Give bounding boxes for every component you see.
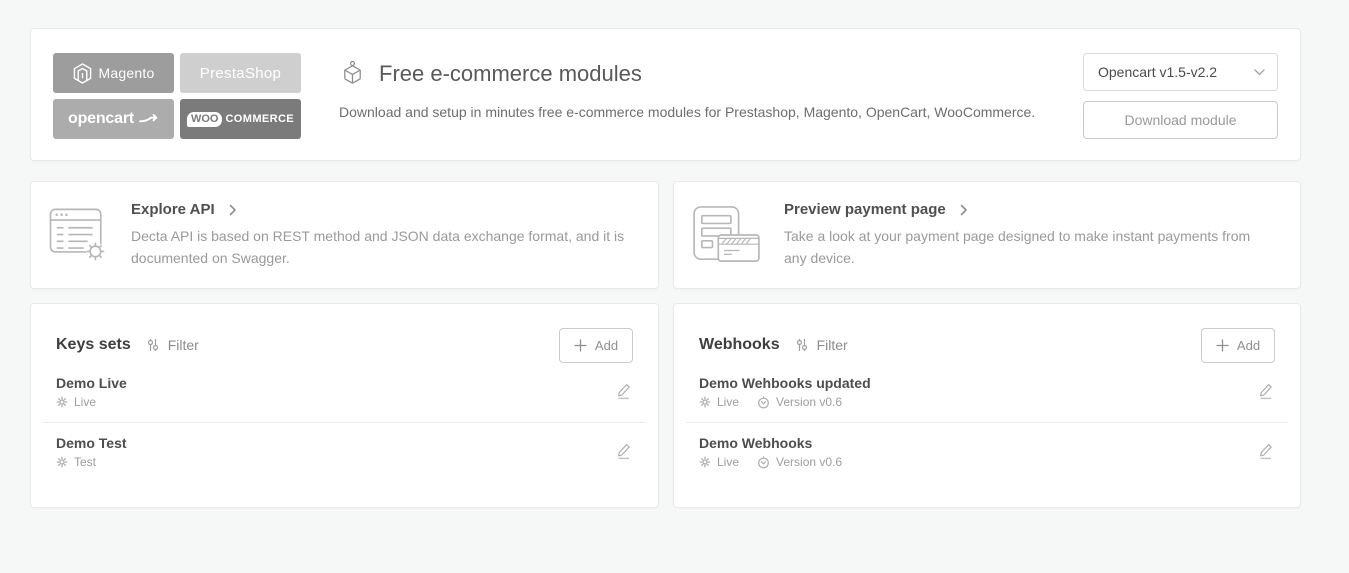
logo-prestashop[interactable]: PrestaShop	[180, 53, 301, 93]
chevron-right-icon	[960, 204, 968, 216]
key-set-name: Demo Test	[56, 435, 127, 451]
explore-api-title[interactable]: Explore API	[131, 201, 215, 218]
webhooks-add-label: Add	[1236, 337, 1261, 353]
version-clock-icon	[757, 395, 770, 409]
edit-webhook-button[interactable]	[1256, 380, 1275, 401]
webhooks-filter-button[interactable]: Filter	[795, 337, 848, 353]
webhooks-add-button[interactable]: Add	[1201, 327, 1275, 363]
modules-description: Download and setup in minutes free e-com…	[339, 104, 1036, 120]
webhook-name: Demo Wehbooks updated	[699, 375, 871, 391]
opencart-cart-icon	[138, 113, 159, 126]
logo-prestashop-label: PrestaShop	[199, 64, 282, 82]
keys-add-label: Add	[594, 337, 619, 353]
preview-payment-title[interactable]: Preview payment page	[784, 201, 946, 218]
edit-key-set-button[interactable]	[614, 441, 633, 462]
preview-payment-description: Take a look at your payment page designe…	[784, 228, 1251, 266]
download-module-button[interactable]: Download module	[1083, 101, 1278, 139]
key-set-name: Demo Live	[56, 375, 127, 391]
logo-opencart-label: opencart	[68, 110, 134, 127]
logo-opencart[interactable]: opencart	[53, 99, 174, 139]
page-title: Free e-commerce modules	[379, 60, 642, 86]
environment-badge: Live	[74, 395, 97, 409]
environment-badge: Live	[717, 395, 740, 409]
modules-controls: Opencart v1.5-v2.2 Download module	[1083, 53, 1278, 139]
module-logo-grid: Magento PrestaShop opencart WOO COMMERCE	[53, 53, 301, 139]
module-version-select[interactable]: Opencart v1.5-v2.2	[1083, 53, 1278, 91]
payment-page-icon	[692, 205, 762, 265]
environment-badge: Live	[717, 455, 740, 469]
woocommerce-badge: WOO	[186, 111, 223, 127]
module-version-value: Opencart v1.5-v2.2	[1098, 64, 1218, 80]
plus-icon	[1216, 338, 1229, 352]
environment-gear-icon	[699, 456, 711, 468]
webhook-list-item: Demo Wehbooks updated Live Version v0.6	[686, 363, 1288, 423]
woocommerce-label: COMMERCE	[225, 113, 295, 125]
version-badge: Version v0.6	[776, 455, 843, 469]
edit-webhook-button[interactable]	[1256, 441, 1275, 462]
preview-payment-card[interactable]: Preview payment page Take a look at your…	[673, 181, 1301, 289]
developer-dashboard: Magento PrestaShop opencart WOO COMMERCE	[0, 0, 1301, 508]
environment-badge: Test	[74, 455, 97, 469]
keys-list-item: Demo Test Test	[43, 423, 646, 483]
environment-gear-icon	[56, 396, 68, 408]
environment-gear-icon	[56, 456, 68, 468]
environment-gear-icon	[699, 396, 711, 408]
download-module-label: Download module	[1124, 112, 1237, 128]
webhook-list-item: Demo Webhooks Live Version v0.6	[686, 423, 1288, 483]
webhook-name: Demo Webhooks	[699, 435, 813, 451]
logo-woocommerce[interactable]: WOO COMMERCE	[180, 99, 301, 139]
version-badge: Version v0.6	[776, 395, 843, 409]
filter-icon	[146, 338, 160, 352]
keys-sets-title: Keys sets	[56, 336, 131, 353]
keys-list-item: Demo Live Live	[43, 363, 646, 423]
edit-key-set-button[interactable]	[614, 380, 633, 401]
explore-api-description: Decta API is based on REST method and JS…	[131, 228, 625, 266]
keys-add-button[interactable]: Add	[559, 327, 633, 363]
explore-api-card[interactable]: Explore API Decta API is based on REST m…	[30, 181, 659, 289]
logo-magento[interactable]: Magento	[53, 53, 174, 93]
webhooks-card: Webhooks Filter Add Demo Wehbooks update…	[673, 303, 1301, 508]
keys-filter-button[interactable]: Filter	[146, 337, 199, 353]
webhooks-filter-label: Filter	[816, 337, 848, 353]
version-clock-icon	[757, 455, 770, 469]
keys-filter-label: Filter	[167, 337, 199, 353]
webhooks-title: Webhooks	[699, 336, 780, 353]
keys-sets-card: Keys sets Filter Add Demo Live Live Demo…	[30, 303, 659, 508]
plus-icon	[574, 338, 587, 352]
logo-magento-label: Magento	[98, 65, 155, 81]
api-browser-icon	[49, 206, 109, 264]
module-cube-icon	[339, 60, 366, 87]
modules-main: Free e-commerce modules Download and set…	[339, 53, 1063, 121]
magento-icon	[73, 62, 92, 84]
chevron-right-icon	[229, 204, 237, 216]
filter-icon	[795, 338, 809, 352]
chevron-down-icon	[1254, 68, 1265, 76]
modules-card: Magento PrestaShop opencart WOO COMMERCE	[30, 28, 1301, 161]
